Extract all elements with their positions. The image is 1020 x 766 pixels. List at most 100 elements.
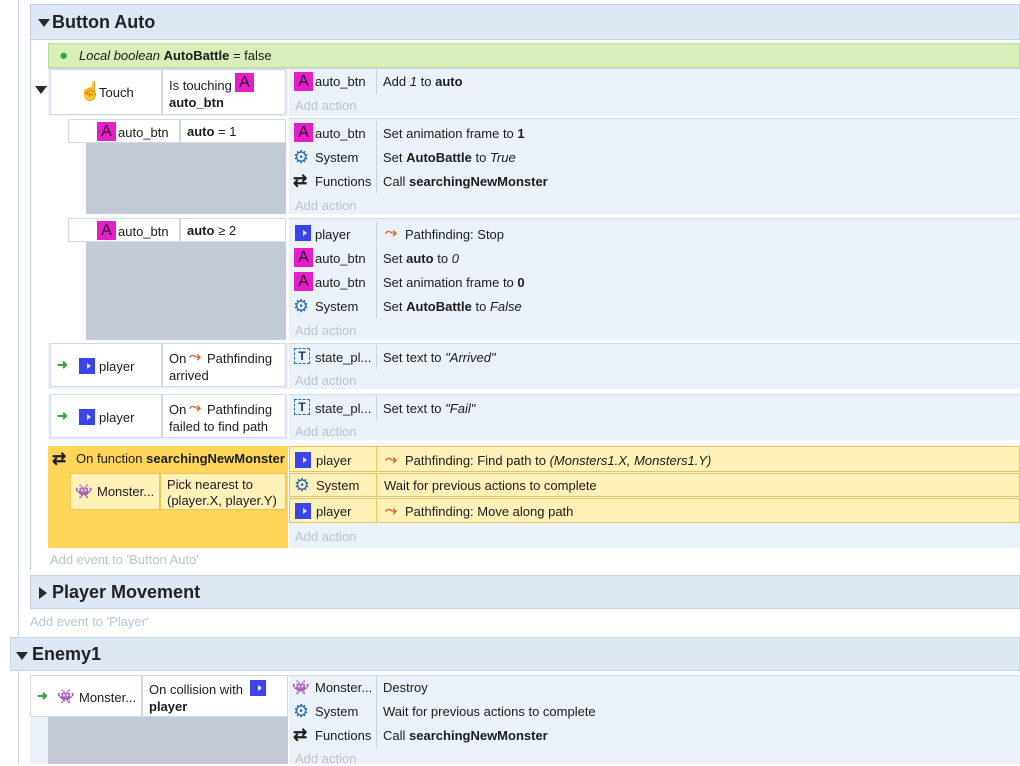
sub-event-conditions[interactable]: ➜ player On ⤳ Pathfinding failed to find… <box>48 394 288 440</box>
sub-event-actions[interactable]: player ⤳ Pathfinding: Stop A auto_btn Se… <box>289 218 1020 340</box>
text-object-icon: T <box>294 348 310 364</box>
collapse-triangle-icon[interactable] <box>16 652 28 660</box>
pathfinding-condition[interactable]: On ⤳ Pathfinding arrived <box>162 343 286 387</box>
sprite-condition-cell[interactable]: A auto_btn <box>68 119 180 143</box>
action-row[interactable]: A auto_btn Set animation frame to 1 <box>289 121 1020 145</box>
condition-text: On collision with <box>149 682 243 697</box>
group-header-button-auto[interactable]: Button Auto <box>30 4 1020 40</box>
is-touching-object: auto_btn <box>169 95 224 110</box>
action-row[interactable]: ⇄ Functions Call searchingNewMonster <box>289 724 1020 748</box>
action-row[interactable]: A auto_btn Set animation frame to 0 <box>289 270 1020 294</box>
arrow-right-icon: ➜ <box>57 408 68 423</box>
collision-condition[interactable]: On collision with player <box>142 675 288 717</box>
variable-condition[interactable]: auto = 1 <box>180 119 286 143</box>
add-action-link[interactable]: Add action <box>295 323 356 338</box>
group-title: Player Movement <box>52 582 201 602</box>
event-conditions[interactable]: ☝ Touch Is touching A auto_btn <box>48 68 288 116</box>
sub-event-conditions[interactable]: A auto_btn auto = 1 <box>66 118 288 214</box>
column-separator <box>376 294 377 318</box>
group-header-player-movement[interactable]: Player Movement <box>30 575 1020 609</box>
variable-condition[interactable]: auto ≥ 2 <box>180 218 286 242</box>
action-object: auto_btn <box>315 74 366 89</box>
action-row[interactable]: ⚙ System Wait for previous actions to co… <box>289 473 1020 497</box>
action-row[interactable]: player ⤳ Pathfinding: Stop <box>289 221 1020 245</box>
event-actions[interactable]: A auto_btn Add 1 to auto Add action <box>289 68 1020 116</box>
column-separator <box>376 221 377 245</box>
add-action-link[interactable]: Add action <box>295 98 356 113</box>
add-action-link[interactable]: Add action <box>295 424 356 439</box>
event-actions[interactable]: 👾 Monster... Destroy ⚙ System Wait for p… <box>289 675 1020 766</box>
local-variable-row[interactable]: ● Local boolean AutoBattle = false <box>48 43 1020 68</box>
sprite-condition-cell[interactable]: A auto_btn <box>68 218 180 242</box>
add-event-link[interactable]: Add event to 'Button Auto' <box>50 552 199 567</box>
column-separator <box>376 145 377 169</box>
column-separator <box>376 447 377 471</box>
pathfinding-icon: ⤳ <box>385 451 398 468</box>
action-row[interactable]: A auto_btn Set auto to 0 <box>289 246 1020 270</box>
event-conditions[interactable]: ➜ 👾 Monster... On collision with player <box>30 675 288 764</box>
action-row[interactable]: player ⤳ Pathfinding: Move along path <box>289 498 1020 523</box>
column-separator <box>376 676 377 700</box>
add-action-link[interactable]: Add action <box>295 529 356 544</box>
touch-condition-cell[interactable]: ☝ Touch <box>50 69 162 115</box>
action-text: Set animation frame to <box>383 275 514 290</box>
sprite-a-icon: A <box>235 73 254 92</box>
monster-icon: 👾 <box>292 679 310 695</box>
condition-shade <box>86 242 286 340</box>
event-collapse-icon[interactable] <box>35 86 47 94</box>
action-row[interactable]: ⚙ System Wait for previous actions to co… <box>289 700 1020 724</box>
action-row[interactable]: A auto_btn Add 1 to auto <box>289 69 1020 94</box>
action-object: Functions <box>315 174 372 189</box>
condition-variable: auto <box>187 124 215 139</box>
arrow-right-icon: ➜ <box>37 688 48 703</box>
collapse-triangle-icon[interactable] <box>38 19 50 27</box>
function-event-actions[interactable]: player ⤳ Pathfinding: Find path to (Mons… <box>289 446 1020 548</box>
pathfinding-condition[interactable]: On ⤳ Pathfinding failed to find path <box>162 394 286 438</box>
column-separator <box>376 700 377 724</box>
condition-object: player <box>99 410 135 425</box>
action-row[interactable]: player ⤳ Pathfinding: Find path to (Mons… <box>289 446 1020 472</box>
column-separator <box>376 246 377 270</box>
action-row[interactable]: 👾 Monster... Destroy <box>289 676 1020 700</box>
action-row[interactable]: ⇄ Functions Call searchingNewMonster <box>289 169 1020 193</box>
action-value: True <box>489 150 516 165</box>
action-variable: AutoBattle <box>406 150 472 165</box>
group-header-enemy1[interactable]: Enemy1 <box>10 637 1020 671</box>
sub-event-actions[interactable]: A auto_btn Set animation frame to 1 ⚙ Sy… <box>289 118 1020 214</box>
pick-object-cell[interactable]: 👾 Monster... <box>70 473 160 510</box>
add-event-link[interactable]: Add event to 'Player' <box>30 614 148 629</box>
condition-shade <box>86 143 286 214</box>
action-row[interactable]: ⚙ System Set AutoBattle to False <box>289 294 1020 318</box>
function-name: searchingNewMonster <box>409 728 548 743</box>
function-event-conditions[interactable]: ⇄ On function searchingNewMonster 👾 Mons… <box>48 446 288 548</box>
add-action-link[interactable]: Add action <box>295 198 356 213</box>
sub-event-actions[interactable]: T state_pl... Set text to "Arrived" Add … <box>289 343 1020 389</box>
trigger-condition-cell[interactable]: ➜ 👾 Monster... <box>30 675 142 717</box>
condition-text: arrived <box>169 368 209 383</box>
function-name: searchingNewMonster <box>146 451 285 466</box>
trigger-condition-cell[interactable]: ➜ player <box>50 394 162 438</box>
pathfinding-icon: ⤳ <box>189 399 202 416</box>
action-object: System <box>315 704 359 719</box>
action-object: player <box>315 227 351 242</box>
sub-event-conditions[interactable]: ➜ player On ⤳ Pathfinding arrived <box>48 343 288 389</box>
action-row[interactable]: T state_pl... Set text to "Arrived" <box>289 345 1020 369</box>
action-row[interactable]: T state_pl... Set text to "Fail" <box>289 396 1020 420</box>
sub-event-conditions[interactable]: A auto_btn auto ≥ 2 <box>66 218 288 340</box>
tree-line <box>30 40 31 570</box>
is-touching-condition[interactable]: Is touching A auto_btn <box>162 69 286 115</box>
expand-triangle-icon[interactable] <box>39 587 47 599</box>
player-icon <box>295 452 311 468</box>
sub-event-actions[interactable]: T state_pl... Set text to "Fail" Add act… <box>289 394 1020 440</box>
action-text: Set <box>383 299 403 314</box>
add-action-link[interactable]: Add action <box>295 373 356 388</box>
function-name: searchingNewMonster <box>409 174 548 189</box>
column-separator <box>376 474 377 496</box>
arrow-right-icon: ➜ <box>57 357 68 372</box>
pick-nearest-condition[interactable]: Pick nearest to (player.X, player.Y) <box>160 473 286 510</box>
trigger-condition-cell[interactable]: ➜ player <box>50 343 162 387</box>
function-header[interactable]: ⇄ On function searchingNewMonster <box>48 446 288 472</box>
action-row[interactable]: ⚙ System Set AutoBattle to True <box>289 145 1020 169</box>
action-object: System <box>315 150 359 165</box>
column-separator <box>376 499 377 522</box>
